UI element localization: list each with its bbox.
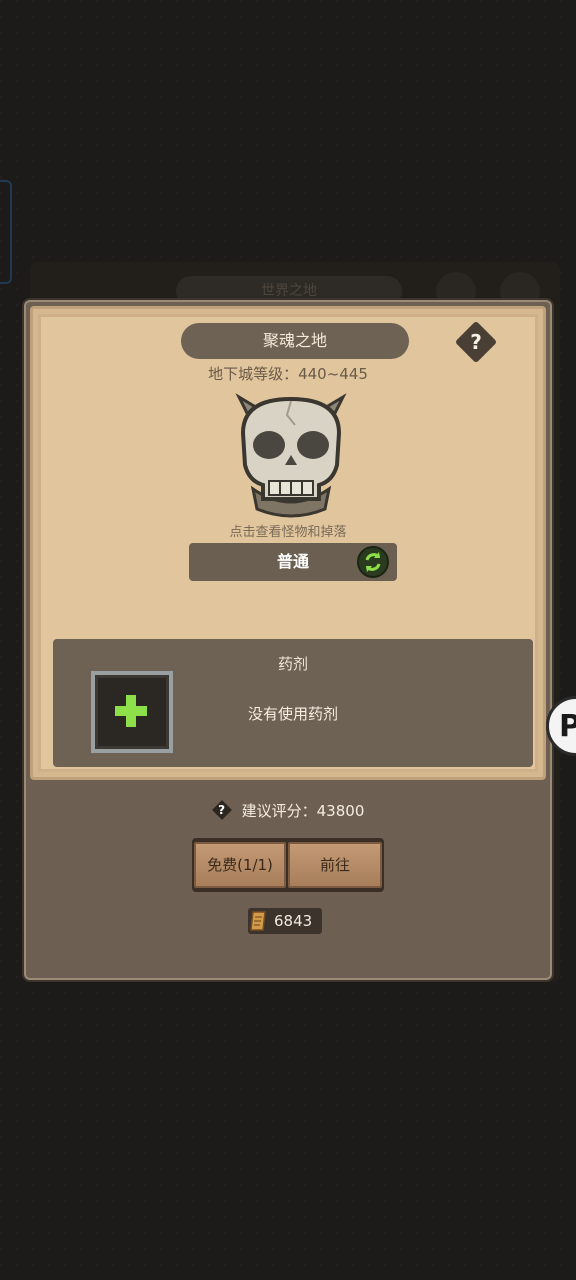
recommended-rating: ? 建议评分：43800	[26, 800, 550, 821]
question-icon[interactable]: ?	[461, 327, 491, 357]
dungeon-level: 地下城等级：440~445	[208, 365, 368, 383]
plus-icon	[115, 695, 147, 727]
potion-panel: 药剂 没有使用药剂	[53, 639, 533, 767]
add-potion-slot[interactable]	[91, 671, 173, 753]
currency-display: 6843	[248, 908, 322, 934]
rating-text: 建议评分：43800	[241, 802, 365, 820]
dungeon-info-card: 聚魂之地 ? 地下城等级：440~445 点击查看怪物和掉落 普通 药剂 没有使…	[30, 306, 546, 780]
monster-skull-icon[interactable]	[229, 391, 353, 519]
refresh-arrows-icon[interactable]	[357, 546, 389, 578]
monster-drop-hint[interactable]: 点击查看怪物和掉落	[33, 521, 543, 540]
rating-help-icon[interactable]: ?	[211, 800, 232, 820]
potion-empty-text: 没有使用药剂	[247, 705, 338, 723]
currency-value: 6843	[274, 912, 313, 930]
game-screen: 世界之地 聚魂之地 ? 地下城等级：440~445 点击查看怪物和掉落 普通 药…	[0, 0, 576, 1280]
difficulty-selector[interactable]: 普通	[189, 543, 397, 581]
go-button[interactable]: 前往	[288, 842, 382, 888]
left-edge-tab	[0, 180, 12, 284]
dungeon-title: 聚魂之地	[181, 323, 409, 359]
action-buttons: 免费(1/1) 前往	[192, 838, 384, 892]
dungeon-modal: 聚魂之地 ? 地下城等级：440~445 点击查看怪物和掉落 普通 药剂 没有使…	[24, 300, 552, 980]
scroll-ticket-icon	[250, 911, 266, 931]
free-entry-button[interactable]: 免费(1/1)	[194, 842, 286, 888]
